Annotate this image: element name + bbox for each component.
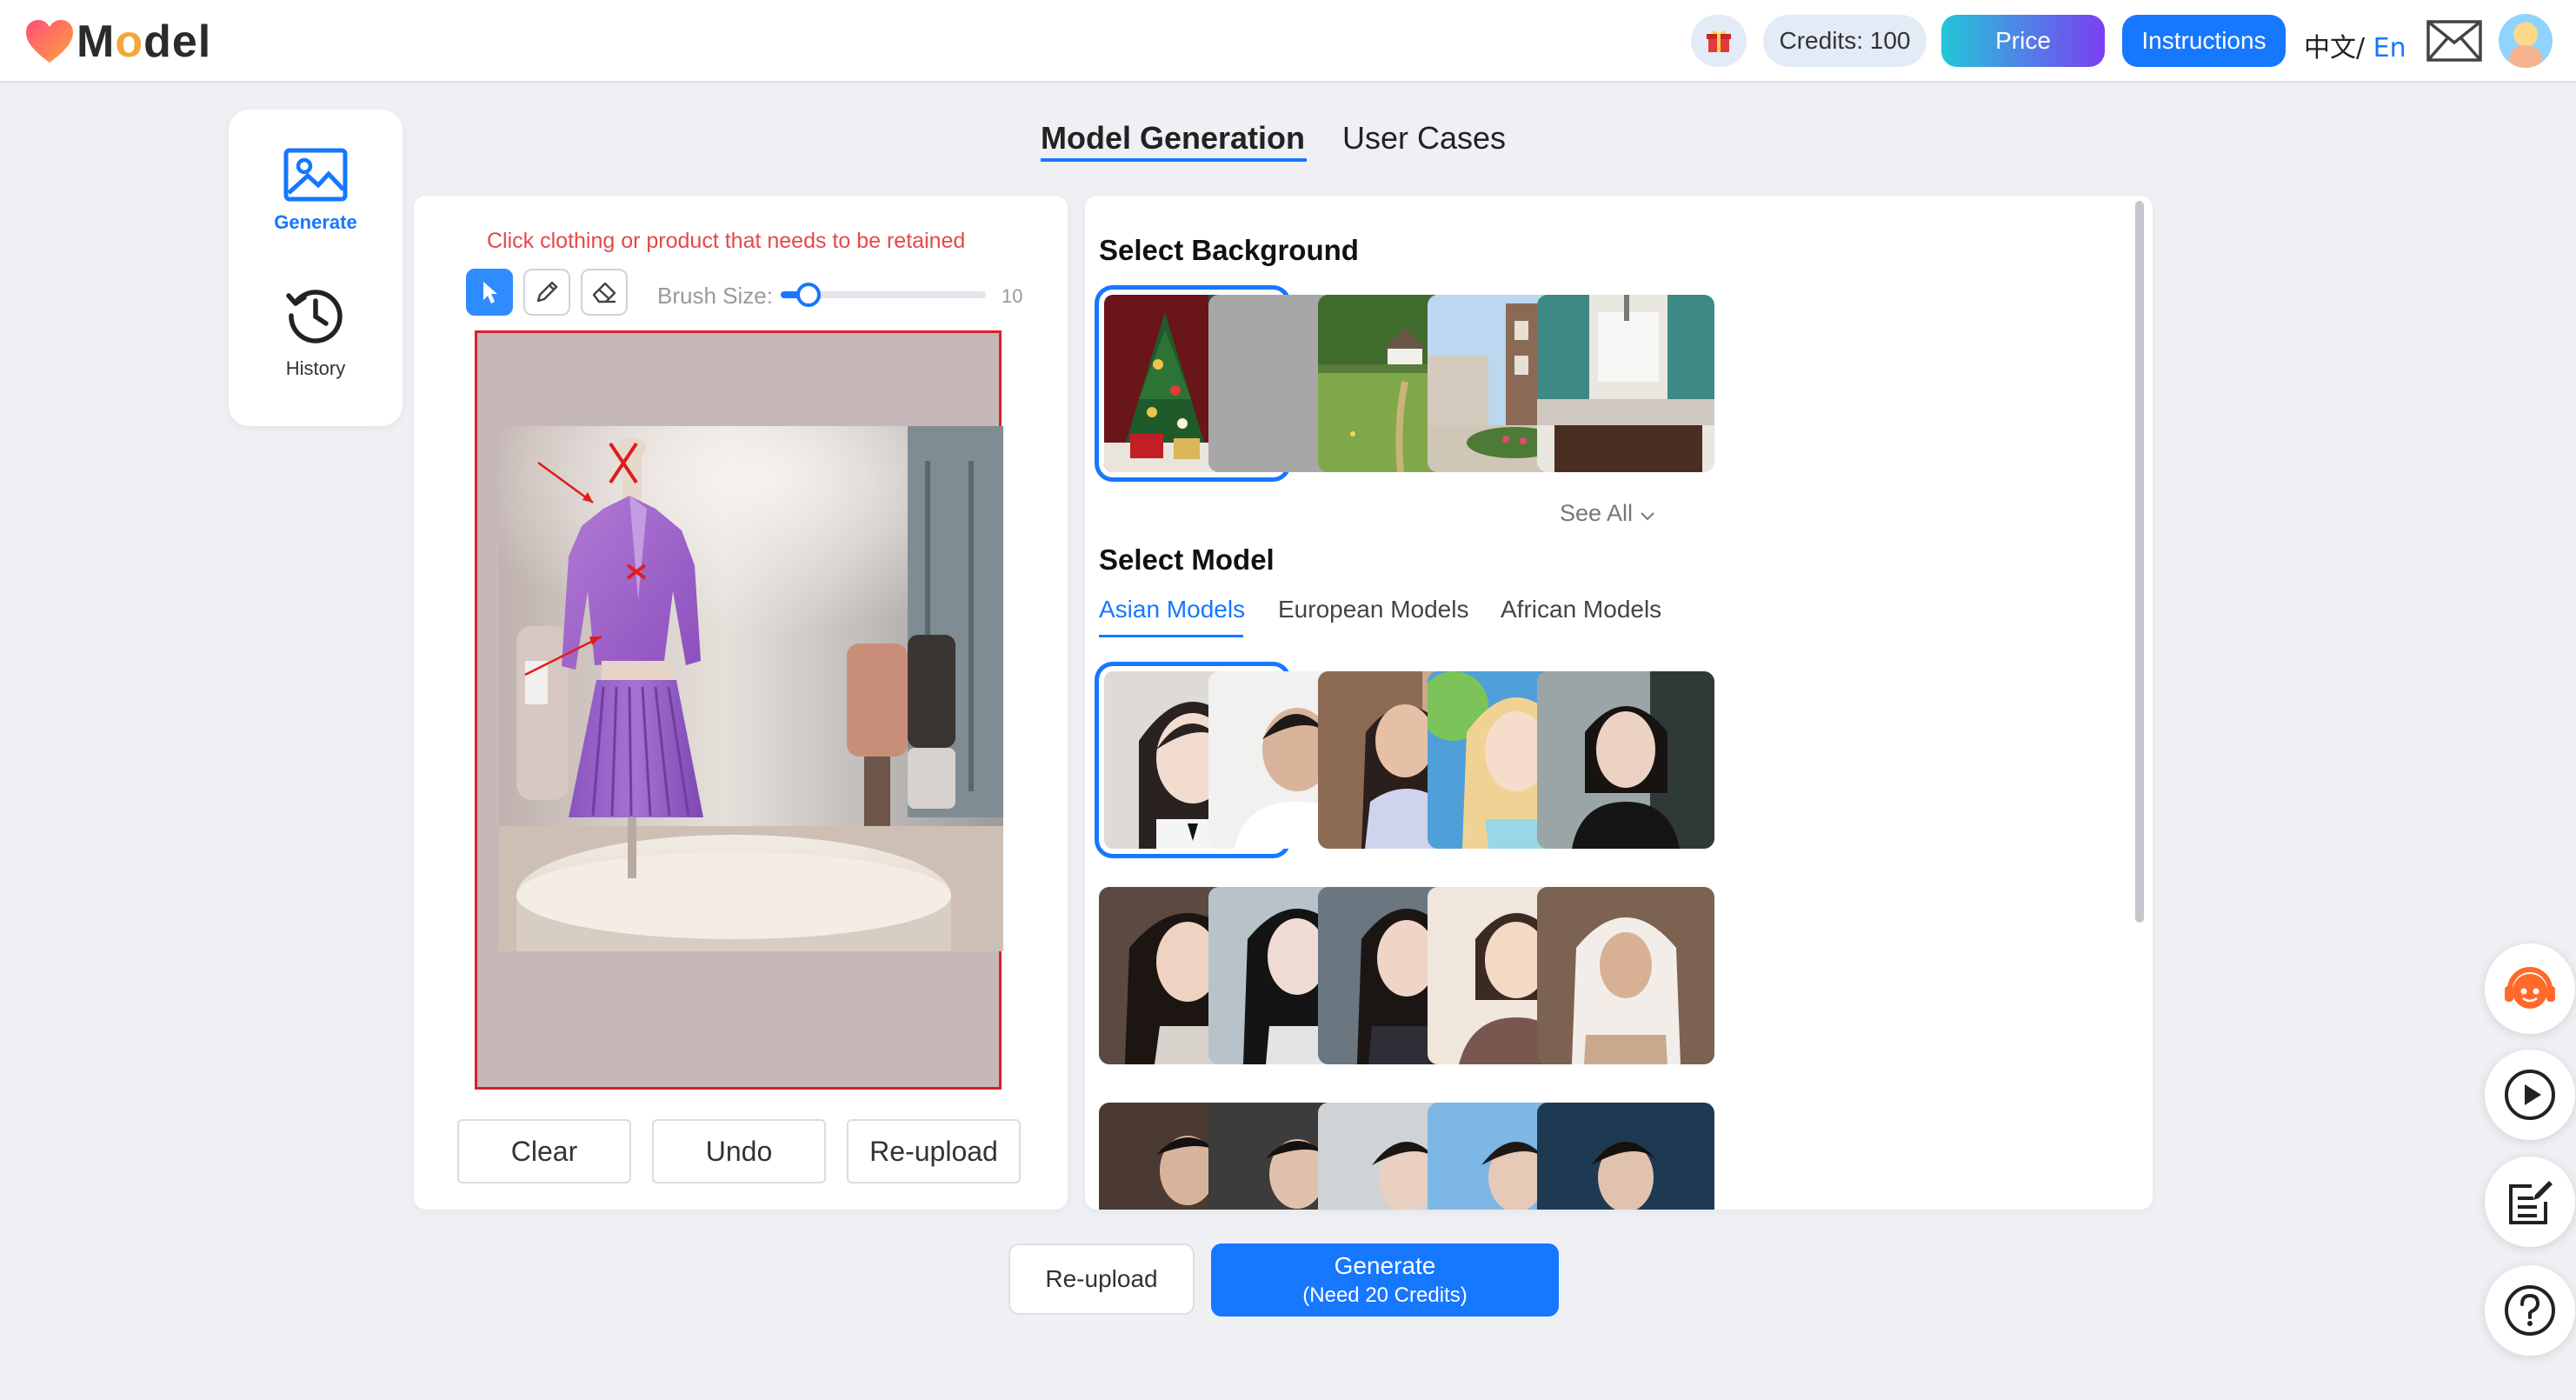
eraser-icon bbox=[592, 282, 616, 303]
tab-asian-models[interactable]: Asian Models bbox=[1099, 596, 1245, 623]
customer-service-button[interactable] bbox=[2485, 943, 2575, 1034]
pointer-tool-button[interactable] bbox=[466, 269, 513, 316]
image-icon bbox=[283, 148, 348, 202]
brush-size-slider[interactable] bbox=[781, 283, 986, 307]
eraser-tool-button[interactable] bbox=[581, 269, 628, 316]
lang-en[interactable]: En bbox=[2365, 33, 2406, 63]
reupload-button[interactable]: Re-upload bbox=[1008, 1243, 1195, 1315]
options-panel: Select Background See All Select Model A… bbox=[1085, 196, 2153, 1210]
tab-african-models[interactable]: African Models bbox=[1501, 596, 1661, 623]
user-avatar[interactable] bbox=[2499, 14, 2553, 68]
pencil-icon bbox=[536, 281, 558, 303]
model-thumb[interactable] bbox=[1537, 887, 1714, 1064]
see-all-backgrounds[interactable]: See All bbox=[1560, 500, 1655, 527]
tab-european-models[interactable]: European Models bbox=[1278, 596, 1468, 623]
select-model-title: Select Model bbox=[1099, 543, 1275, 576]
select-background-title: Select Background bbox=[1099, 234, 1359, 266]
brush-size-value: 10 bbox=[1002, 285, 1023, 307]
sidebar-item-label: History bbox=[285, 357, 346, 379]
mail-icon[interactable] bbox=[2426, 19, 2483, 63]
selection-hint: Click clothing or product that needs to … bbox=[487, 229, 966, 253]
feedback-button[interactable] bbox=[2485, 1157, 2575, 1247]
pointer-icon bbox=[483, 282, 497, 303]
gift-button[interactable] bbox=[1691, 15, 1747, 67]
instructions-button[interactable]: Instructions bbox=[2122, 15, 2286, 67]
video-tutorial-button[interactable] bbox=[2485, 1050, 2575, 1140]
history-icon bbox=[286, 290, 343, 343]
generate-label: Generate bbox=[1334, 1252, 1436, 1279]
clear-button[interactable]: Clear bbox=[457, 1119, 631, 1183]
gift-icon bbox=[1707, 30, 1731, 52]
tab-model-generation[interactable]: Model Generation bbox=[1041, 120, 1305, 157]
app-logo[interactable]: Model bbox=[24, 16, 211, 68]
logo-letter-m: M bbox=[77, 17, 116, 67]
model-thumb[interactable] bbox=[1537, 671, 1714, 849]
active-tab-indicator bbox=[1041, 158, 1307, 162]
credits-badge[interactable]: Credits: 100 bbox=[1763, 15, 1927, 67]
edit-note-icon bbox=[2509, 1181, 2553, 1224]
logo-letter-o: o bbox=[115, 17, 144, 67]
generate-button[interactable]: Generate (Need 20 Credits) bbox=[1211, 1243, 1559, 1317]
slider-handle[interactable] bbox=[796, 283, 821, 307]
pencil-tool-button[interactable] bbox=[523, 269, 570, 316]
background-thumb-kitchen[interactable] bbox=[1537, 295, 1714, 472]
uploaded-garment-photo bbox=[499, 426, 1003, 951]
headset-icon bbox=[2505, 967, 2555, 1009]
question-icon bbox=[2505, 1285, 2555, 1336]
generate-cost-label: (Need 20 Credits) bbox=[1302, 1283, 1468, 1307]
undo-button[interactable]: Undo bbox=[652, 1119, 826, 1183]
language-switch[interactable]: 中文/ En bbox=[2304, 26, 2406, 64]
see-all-label: See All bbox=[1560, 500, 1634, 526]
heart-logo-icon bbox=[26, 20, 73, 63]
logo-letters-del: del bbox=[143, 17, 212, 67]
sidebar-item-label: Generate bbox=[274, 211, 357, 233]
sidebar-item-history[interactable]: History bbox=[229, 283, 403, 380]
model-tab-indicator bbox=[1099, 635, 1243, 637]
editor-panel: Click clothing or product that needs to … bbox=[414, 196, 1068, 1210]
image-canvas[interactable] bbox=[475, 330, 1003, 1090]
tab-user-cases[interactable]: User Cases bbox=[1342, 120, 1506, 157]
panel-scrollbar[interactable] bbox=[2135, 201, 2144, 923]
sidebar-item-generate[interactable]: Generate bbox=[229, 148, 403, 234]
model-thumb[interactable] bbox=[1537, 1103, 1714, 1210]
price-button[interactable]: Price bbox=[1941, 15, 2105, 67]
lang-zh[interactable]: 中文/ bbox=[2304, 33, 2365, 63]
editor-reupload-button[interactable]: Re-upload bbox=[847, 1119, 1021, 1183]
top-bar: Model Credits: 100 Price Instructions 中文… bbox=[0, 0, 2576, 83]
brush-size-label: Brush Size: bbox=[657, 283, 773, 309]
side-nav: Generate History bbox=[229, 110, 403, 426]
play-icon bbox=[2505, 1070, 2555, 1120]
chevron-down-icon bbox=[1640, 512, 1654, 521]
logo-text: Model bbox=[77, 16, 211, 68]
help-button[interactable] bbox=[2485, 1265, 2575, 1356]
